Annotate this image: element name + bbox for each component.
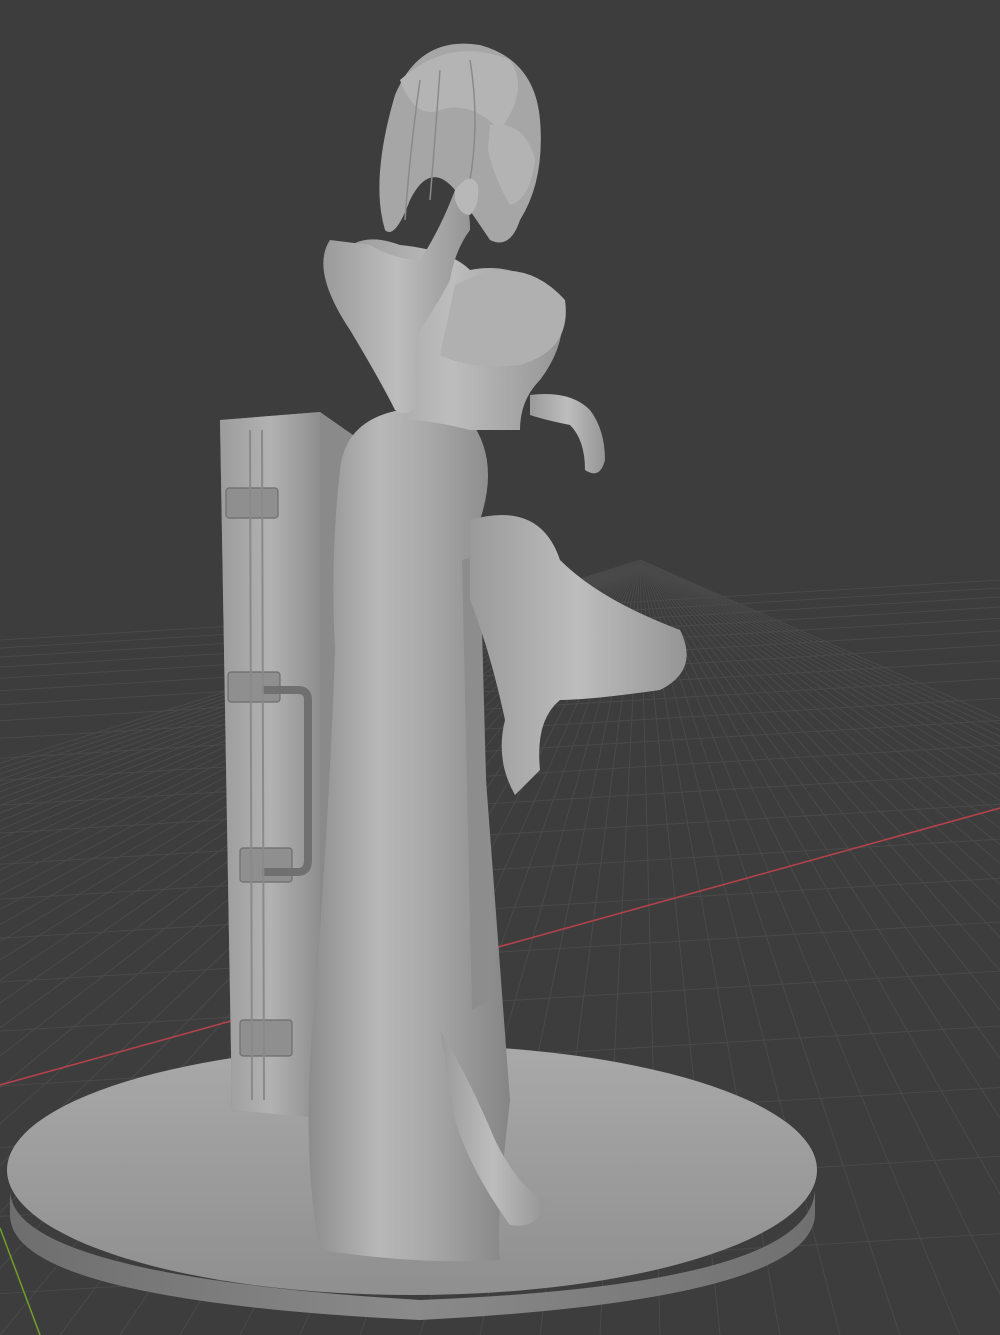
viewport-canvas[interactable] <box>0 0 1000 1335</box>
3d-viewport[interactable] <box>0 0 1000 1335</box>
